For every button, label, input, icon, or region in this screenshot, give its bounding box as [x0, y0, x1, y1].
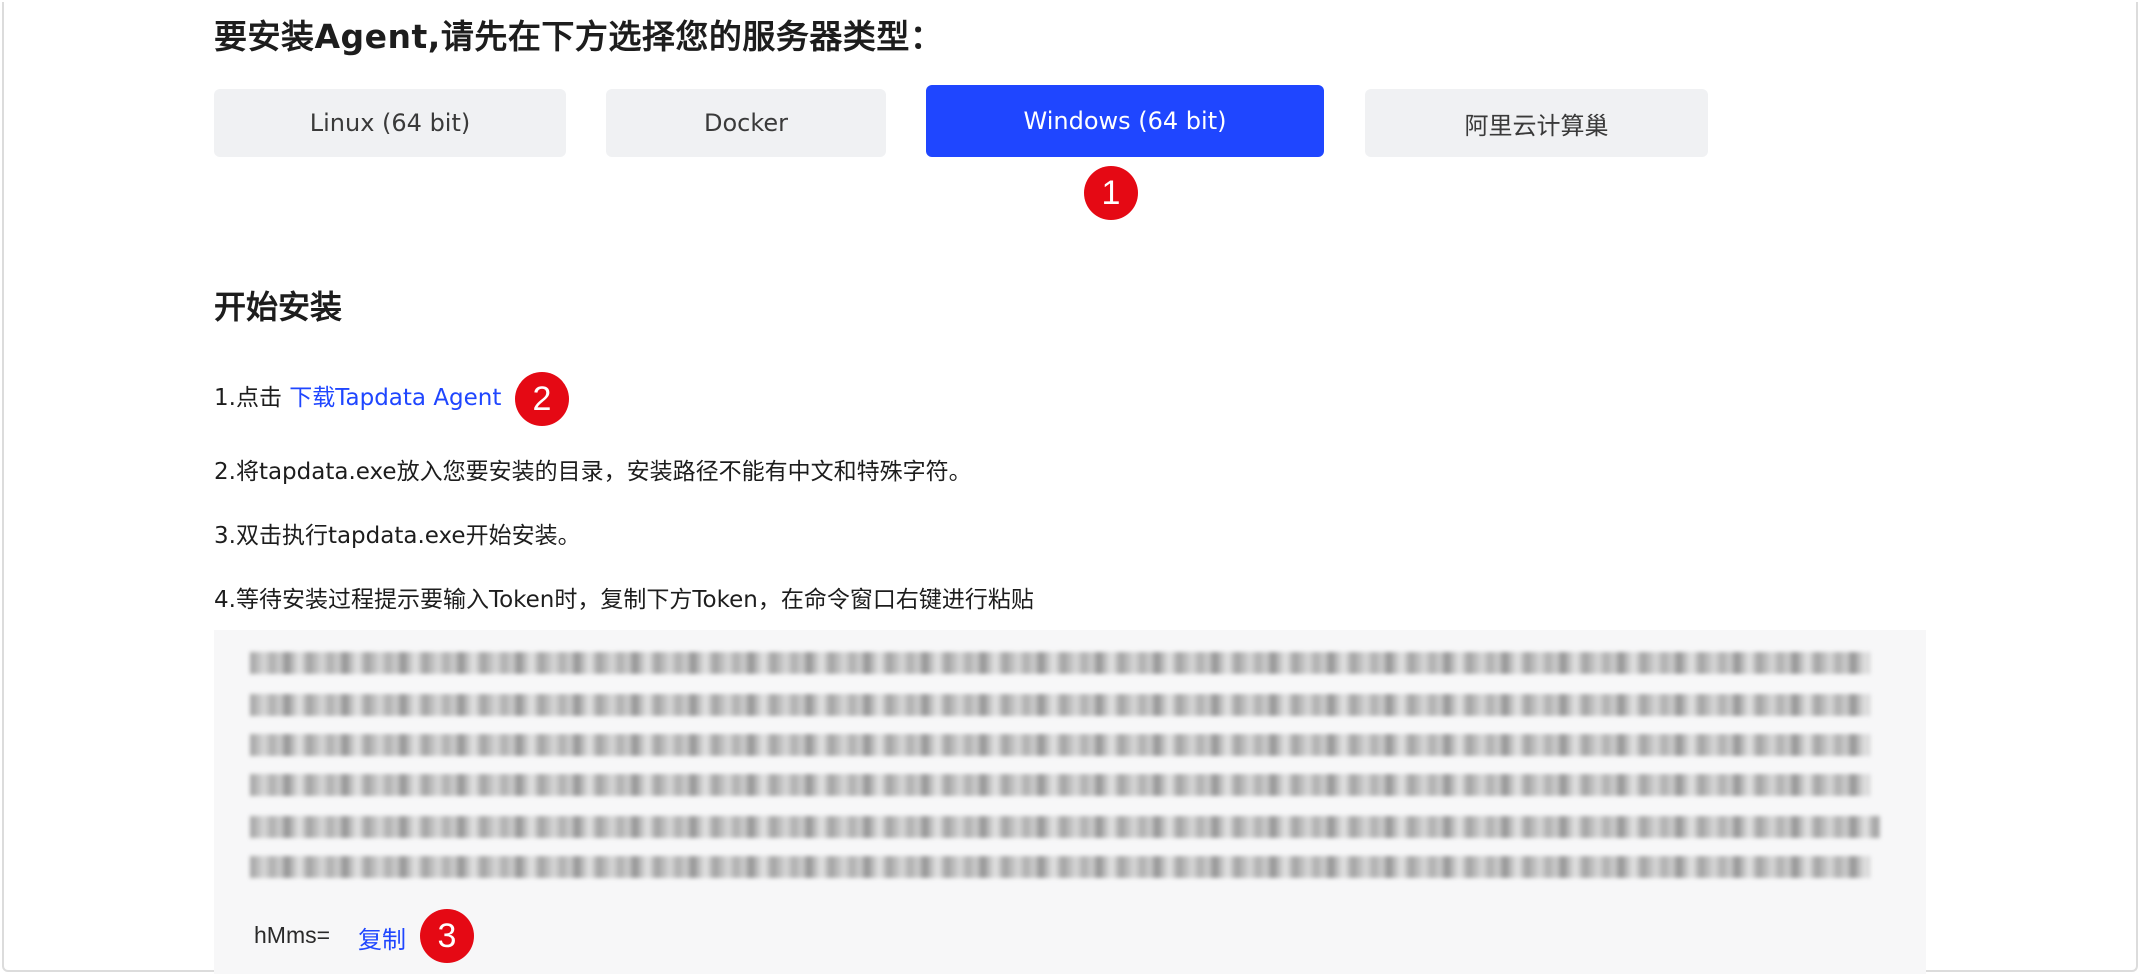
tab-windows[interactable]: Windows (64 bit) — [926, 85, 1324, 157]
tab-linux[interactable]: Linux (64 bit) — [214, 89, 566, 157]
tab-aliyun-compute-nest[interactable]: 阿里云计算巢 — [1365, 89, 1708, 157]
token-redacted-line — [250, 816, 1880, 838]
step-1-prefix: 1.点击 — [214, 385, 290, 411]
token-redacted-line — [250, 652, 1870, 674]
annotation-badge-1: 1 — [1084, 166, 1138, 220]
token-redacted-line — [250, 734, 1870, 756]
annotation-badge-2: 2 — [515, 372, 569, 426]
server-type-heading: 要安装Agent,请先在下方选择您的服务器类型： — [214, 17, 944, 56]
token-redacted-line — [250, 856, 1870, 878]
step-3: 3.双击执行tapdata.exe开始安装。 — [214, 523, 581, 549]
token-redacted-line — [250, 694, 1870, 716]
step-1: 1.点击 下载Tapdata Agent — [214, 378, 501, 412]
token-visible-tail: hMms= — [254, 922, 331, 948]
copy-token-button[interactable]: 复制 — [358, 920, 406, 955]
download-agent-link[interactable]: 下载Tapdata Agent — [289, 385, 501, 411]
annotation-badge-3: 3 — [420, 909, 474, 963]
step-4: 4.等待安装过程提示要输入Token时，复制下方Token，在命令窗口右键进行粘… — [214, 587, 1034, 613]
section-title-start-install: 开始安装 — [214, 288, 343, 326]
tab-docker[interactable]: Docker — [606, 89, 886, 157]
token-redacted-line — [250, 774, 1870, 796]
step-2: 2.将tapdata.exe放入您要安装的目录，安装路径不能有中文和特殊字符。 — [214, 459, 972, 485]
